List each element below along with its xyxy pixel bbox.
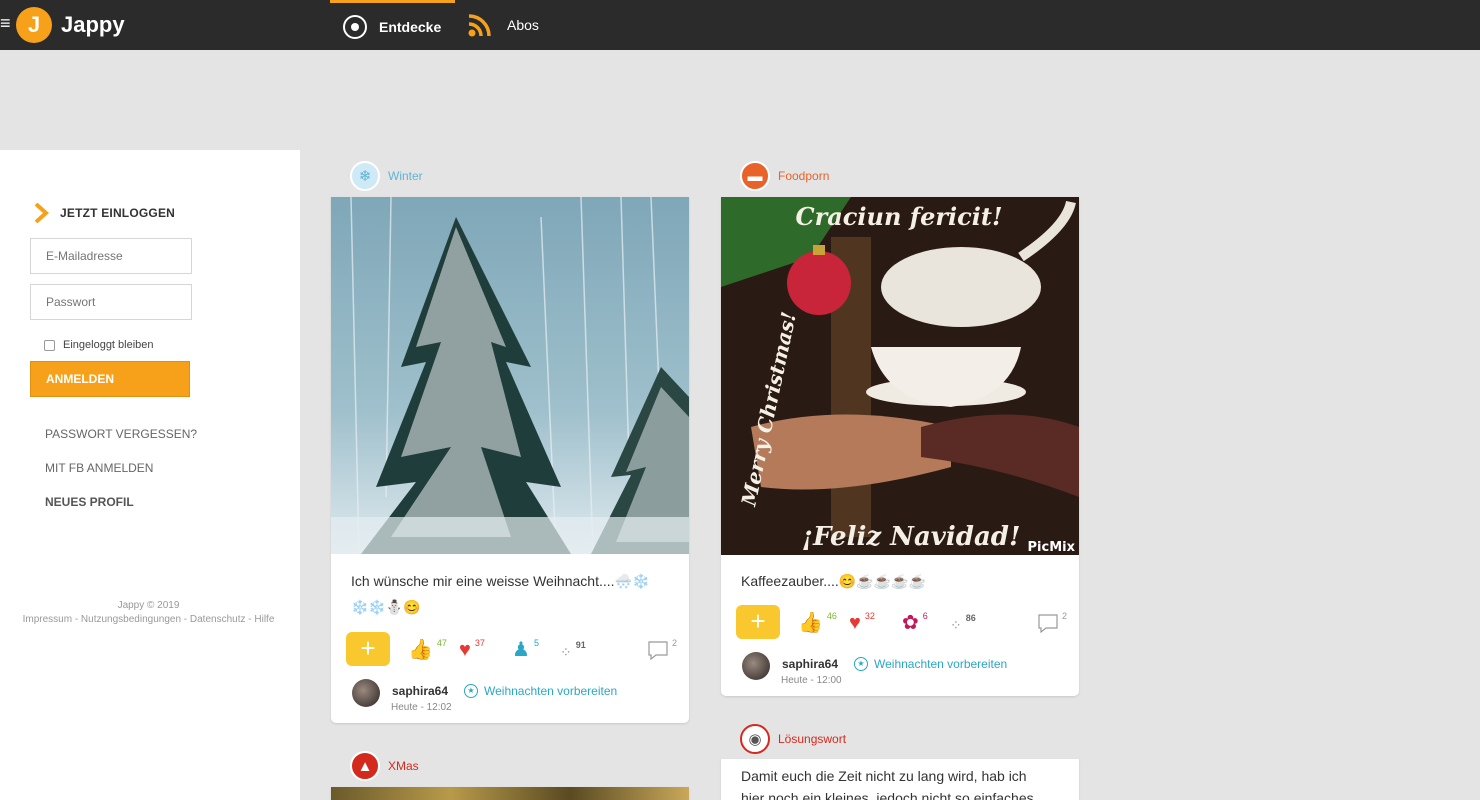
person-stat[interactable]: ♟ 5	[512, 638, 539, 661]
like-stat[interactable]: 👍 47	[408, 638, 447, 661]
record-icon: ◉	[740, 724, 770, 754]
group-icon: ★	[464, 684, 478, 698]
heart-icon: ♥	[849, 612, 861, 634]
post-text-line2: ❄️❄️⛄😊	[351, 599, 421, 615]
group-icon: ★	[854, 657, 868, 671]
snowflake-icon: ❄	[350, 161, 380, 191]
thumbs-up-icon: 👍	[408, 639, 433, 661]
category-label: XMas	[388, 759, 419, 773]
menu-icon[interactable]: ≡	[0, 14, 11, 32]
views-count: 86	[965, 613, 976, 623]
login-heading-label: JETZT EINLOGGEN	[60, 206, 176, 220]
avatar[interactable]	[352, 679, 380, 707]
image-text-top: Craciun fericit!	[796, 202, 1003, 231]
sidebar-footer: Jappy © 2019 Impressum - Nutzungsbedingu…	[0, 599, 297, 627]
like-count: 47	[436, 638, 447, 648]
post-time: Heute - 12:02	[391, 702, 452, 713]
person-count: 5	[533, 638, 539, 648]
post-card	[331, 787, 689, 800]
add-button[interactable]: +	[736, 605, 780, 639]
heart-icon: ♥	[459, 639, 471, 661]
views-count: 91	[575, 640, 586, 650]
category-label: Foodporn	[778, 169, 830, 183]
login-button[interactable]: ANMELDEN	[30, 361, 190, 397]
image-text-bottom: ¡Feliz Navidad!	[802, 522, 1021, 552]
comment-stat[interactable]: 2	[1038, 611, 1068, 633]
new-profile-link[interactable]: NEUES PROFIL	[45, 495, 134, 509]
add-button[interactable]: +	[346, 632, 390, 666]
email-field[interactable]	[30, 238, 192, 274]
post-card: Craciun fericit! Merry Christmas! ¡Feliz…	[721, 197, 1079, 696]
views-stat: ⁘ 91	[560, 640, 586, 662]
post-text: Damit euch die Zeit nicht zu lang wird, …	[741, 768, 1027, 784]
award-count: 6	[922, 611, 928, 621]
comment-count: 2	[672, 638, 678, 648]
group-link[interactable]: ★ Weihnachten vorbereiten	[854, 657, 1007, 671]
comment-stat[interactable]: 2	[648, 638, 678, 660]
comment-icon	[1038, 614, 1058, 633]
heart-count: 37	[474, 638, 485, 648]
copyright: Jappy © 2019	[117, 600, 180, 611]
remember-label: Eingeloggt bleiben	[63, 339, 154, 351]
tab-entdecke[interactable]: Entdecke	[330, 0, 455, 50]
top-navigation-bar: ≡ J Jappy Entdecke Abos	[0, 0, 1480, 50]
password-field[interactable]	[30, 284, 192, 320]
footer-links[interactable]: Impressum - Nutzungsbedingungen - Datens…	[0, 613, 297, 627]
author-name[interactable]: saphira64	[782, 657, 838, 671]
category-loesungswort[interactable]: ◉ Lösungswort	[740, 724, 846, 754]
thumbs-up-icon: 👍	[798, 612, 823, 634]
remember-me[interactable]: Eingeloggt bleiben	[44, 339, 154, 351]
heart-stat[interactable]: ♥ 37	[459, 638, 485, 661]
app-name[interactable]: Jappy	[61, 12, 125, 38]
views-stat: ⁘ 86	[950, 613, 976, 635]
dots-icon: ⁘	[950, 617, 962, 633]
heart-stat[interactable]: ♥ 32	[849, 611, 875, 634]
award-icon: ✿	[902, 612, 919, 634]
category-label: Lösungswort	[778, 732, 847, 746]
post-text: Kaffeezauber....😊☕☕☕☕	[741, 573, 926, 589]
facebook-login-link[interactable]: MIT FB ANMELDEN	[45, 461, 153, 475]
category-xmas[interactable]: ▲ XMas	[350, 751, 419, 781]
author-name[interactable]: saphira64	[392, 684, 448, 698]
category-label: Winter	[388, 169, 423, 183]
login-sidebar: JETZT EINLOGGEN Eingeloggt bleiben ANMEL…	[0, 150, 300, 800]
like-count: 46	[826, 611, 837, 621]
jappy-logo-icon[interactable]: J	[16, 7, 52, 43]
comment-icon	[648, 641, 668, 660]
group-name: Weihnachten vorbereiten	[874, 657, 1008, 671]
tab-abos[interactable]: Abos	[467, 0, 587, 50]
login-heading: JETZT EINLOGGEN	[34, 203, 175, 223]
chevron-right-icon	[34, 203, 49, 223]
award-stat[interactable]: ✿ 6	[902, 611, 928, 634]
post-time: Heute - 12:00	[781, 675, 842, 686]
heart-count: 32	[864, 611, 875, 621]
discover-circle-icon	[343, 14, 367, 39]
santa-hat-icon: ▲	[350, 751, 380, 781]
remember-checkbox[interactable]	[44, 339, 55, 351]
category-foodporn[interactable]: ▬ Foodporn	[740, 161, 829, 191]
comment-count: 2	[1062, 611, 1068, 621]
post-text-line2: hier noch ein kleines, jedoch nicht so e…	[741, 790, 1034, 800]
post-image[interactable]: Craciun fericit! Merry Christmas! ¡Feliz…	[721, 197, 1079, 555]
group-name: Weihnachten vorbereiten	[484, 684, 618, 698]
post-card: Damit euch die Zeit nicht zu lang wird, …	[721, 759, 1079, 800]
tab-entdecke-label: Entdecke	[379, 18, 442, 35]
avatar[interactable]	[742, 652, 770, 680]
food-icon: ▬	[740, 161, 770, 191]
image-watermark: PicMix	[1028, 540, 1076, 555]
dots-icon: ⁘	[560, 644, 572, 660]
post-text: Ich wünsche mir eine weisse Weihnacht...…	[351, 573, 650, 589]
post-image[interactable]	[331, 787, 689, 800]
like-stat[interactable]: 👍 46	[798, 611, 837, 634]
rss-icon	[468, 14, 491, 37]
post-image[interactable]	[331, 197, 689, 554]
group-link[interactable]: ★ Weihnachten vorbereiten	[464, 684, 617, 698]
post-card: Ich wünsche mir eine weisse Weihnacht...…	[331, 197, 689, 723]
forgot-password-link[interactable]: PASSWORT VERGESSEN?	[45, 427, 197, 441]
person-icon: ♟	[512, 639, 530, 661]
tab-abos-label: Abos	[507, 17, 539, 33]
category-winter[interactable]: ❄ Winter	[350, 161, 423, 191]
